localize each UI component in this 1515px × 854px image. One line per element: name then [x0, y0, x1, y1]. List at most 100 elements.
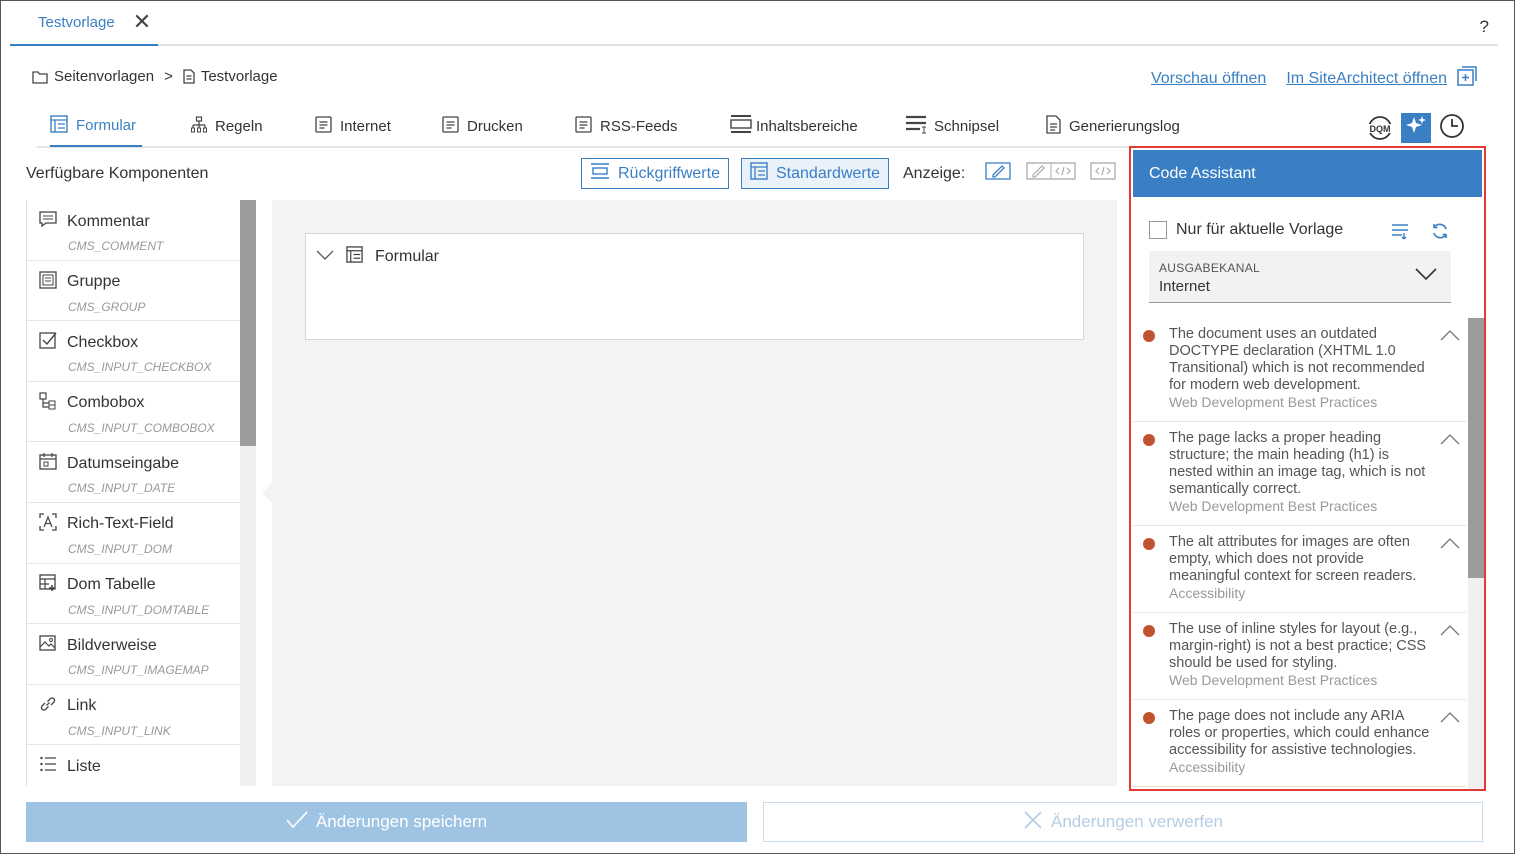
template-icon: [442, 115, 459, 137]
discard-label: Änderungen verwerfen: [1050, 812, 1223, 831]
issue-item[interactable]: The page lacks a proper heading structur…: [1133, 422, 1466, 526]
clock-icon: [1439, 113, 1465, 144]
discard-changes-button[interactable]: Änderungen verwerfen: [763, 802, 1483, 842]
refresh-icon[interactable]: [1431, 222, 1449, 245]
components-list: Kommentar CMS_COMMENT Gruppe CMS_GROUP C…: [26, 200, 256, 786]
component-code: CMS_INPUT_DATE: [68, 481, 176, 496]
chevron-up-icon[interactable]: [1440, 710, 1460, 728]
rules-icon: [191, 115, 207, 137]
tab-rss-feeds[interactable]: RSS-Feeds: [575, 106, 678, 146]
component-name: Gruppe: [67, 273, 121, 291]
component-name: Bildverweise: [67, 636, 157, 654]
component-code: CMS_INPUT_CHECKBOX: [68, 360, 212, 375]
checkbox-icon: [39, 331, 57, 354]
fallback-values-button[interactable]: Rückgriffwerte: [581, 158, 729, 189]
list-item[interactable]: Link CMS_INPUT_LINK: [27, 684, 241, 746]
tab-label: Schnipsel: [934, 117, 1000, 135]
fallback-icon: [590, 162, 610, 185]
issue-item[interactable]: The use of inline styles for layout (e.g…: [1133, 613, 1466, 700]
component-name: Link: [67, 697, 97, 715]
list-item[interactable]: Checkbox CMS_INPUT_CHECKBOX: [27, 321, 241, 382]
list-item[interactable]: Datumseingabe CMS_INPUT_DATE: [27, 442, 241, 503]
components-scrollbar[interactable]: [240, 200, 256, 786]
tab-generierungslog[interactable]: Generierungslog: [1046, 106, 1180, 146]
list-item[interactable]: Liste: [27, 745, 241, 786]
tab-label: Inhaltsbereiche: [756, 117, 858, 135]
issue-category: Accessibility: [1169, 759, 1246, 775]
display-label: Anzeige:: [903, 165, 966, 182]
dqm-button[interactable]: DQM: [1365, 113, 1395, 143]
site-architect-link[interactable]: Im SiteArchitect öffnen: [1286, 70, 1447, 88]
form-title: Formular: [375, 248, 440, 265]
component-name: Liste: [67, 757, 101, 775]
severity-dot: [1143, 712, 1155, 724]
close-icon[interactable]: ✕: [133, 11, 151, 33]
severity-dot: [1143, 625, 1155, 637]
default-values-button[interactable]: Standardwerte: [741, 158, 890, 189]
tab-schnipsel[interactable]: Schnipsel: [905, 106, 999, 146]
output-channel-select[interactable]: AUSGABEKANAL Internet: [1149, 251, 1451, 303]
save-changes-button[interactable]: Änderungen speichern: [26, 802, 747, 842]
code-assistant-toggle[interactable]: [1401, 113, 1431, 143]
tab-regeln[interactable]: Regeln: [191, 106, 263, 146]
issue-item[interactable]: The alt attributes for images are often …: [1133, 526, 1466, 613]
save-label: Änderungen speichern: [315, 812, 488, 831]
issues-scrollbar[interactable]: [1468, 318, 1484, 789]
table-icon: [39, 573, 57, 597]
issue-text: The page does not include any ARIA roles…: [1169, 708, 1430, 758]
only-current-template-row[interactable]: Nur für aktuelle Vorlage: [1149, 221, 1343, 239]
scrollbar-thumb[interactable]: [1468, 318, 1484, 578]
form-container[interactable]: Formular: [305, 233, 1084, 340]
issue-text: The page lacks a proper heading structur…: [1169, 430, 1426, 497]
list-item[interactable]: Rich-Text-Field CMS_INPUT_DOM: [27, 502, 241, 564]
form-canvas: Formular: [262, 200, 1117, 786]
chevron-up-icon[interactable]: [1440, 536, 1460, 554]
content-areas-icon: [729, 114, 753, 138]
chevron-up-icon[interactable]: [1440, 623, 1460, 641]
component-name: Combobox: [67, 394, 145, 412]
view-edit-icon[interactable]: [985, 160, 1011, 184]
link-icon: [39, 695, 57, 718]
view-code-icon[interactable]: [1090, 160, 1116, 184]
canvas-notch: [262, 483, 272, 503]
issue-item[interactable]: The page does not include any ARIA roles…: [1133, 700, 1466, 787]
combobox-icon: [39, 392, 57, 415]
open-external-icon[interactable]: [1457, 66, 1477, 91]
document-tab[interactable]: Testvorlage ✕: [10, 0, 158, 46]
form-icon: [750, 162, 768, 185]
document-icon: [1046, 114, 1061, 138]
scrollbar-thumb[interactable]: [240, 200, 256, 446]
issue-item[interactable]: The document uses an outdated DOCTYPE de…: [1133, 318, 1466, 422]
list-item[interactable]: Combobox CMS_INPUT_COMBOBOX: [27, 381, 241, 443]
editor-tabs: Formular Regeln Internet Drucken RSS-Fee…: [37, 106, 1411, 148]
preview-link[interactable]: Vorschau öffnen: [1151, 70, 1266, 88]
view-split-icon[interactable]: [1026, 160, 1076, 184]
chevron-down-icon[interactable]: [316, 248, 334, 266]
tab-inhaltsbereiche[interactable]: Inhaltsbereiche: [729, 106, 858, 146]
list-item[interactable]: Bildverweise CMS_INPUT_IMAGEMAP: [27, 624, 241, 685]
component-code: CMS_INPUT_LINK: [68, 723, 171, 738]
tab-formular[interactable]: Formular: [50, 106, 143, 147]
chevron-up-icon[interactable]: [1440, 328, 1460, 346]
tab-drucken[interactable]: Drucken: [442, 106, 523, 146]
only-current-checkbox[interactable]: [1149, 221, 1167, 239]
dqm-label: DQM: [1370, 124, 1391, 134]
tab-label: Generierungslog: [1069, 117, 1180, 135]
chevron-up-icon[interactable]: [1440, 432, 1460, 450]
breadcrumb-parent[interactable]: Seitenvorlagen: [54, 68, 154, 85]
list-item[interactable]: Kommentar CMS_COMMENT: [27, 200, 241, 261]
chevron-down-icon: [1415, 267, 1437, 286]
template-icon: [315, 115, 332, 137]
list-item[interactable]: Dom Tabelle CMS_INPUT_DOMTABLE: [27, 563, 241, 625]
header-links: Vorschau öffnen Im SiteArchitect öffnen: [1151, 66, 1477, 91]
severity-dot: [1143, 330, 1155, 342]
filter-list-icon[interactable]: [1391, 222, 1411, 245]
help-button[interactable]: ?: [1480, 17, 1489, 37]
tab-label: Formular: [76, 117, 137, 134]
only-current-label: Nur für aktuelle Vorlage: [1176, 221, 1344, 238]
tab-label: Regeln: [215, 117, 263, 135]
history-button[interactable]: [1437, 113, 1467, 143]
tab-internet[interactable]: Internet: [315, 106, 391, 146]
list-item[interactable]: Gruppe CMS_GROUP: [27, 260, 241, 322]
component-name: Checkbox: [67, 333, 139, 351]
